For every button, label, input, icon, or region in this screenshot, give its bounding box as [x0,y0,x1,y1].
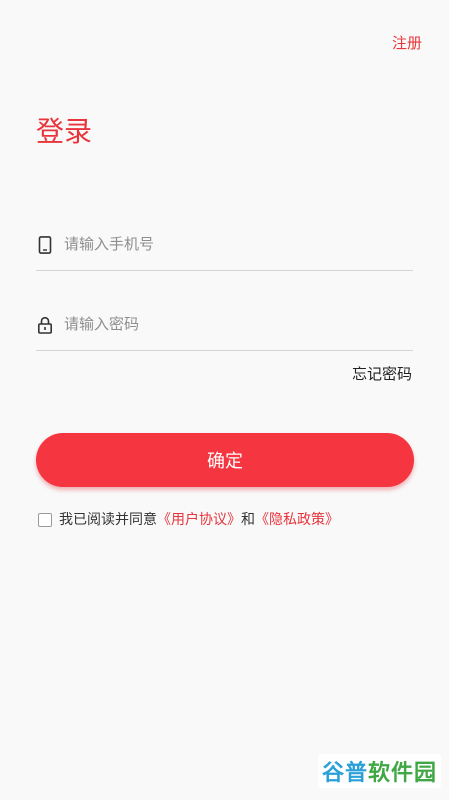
forgot-password-link[interactable]: 忘记密码 [352,364,412,384]
agreement-text: 我已阅读并同意 [59,512,157,528]
agreement-conjunction: 和 [241,512,255,528]
agreement-row: 我已阅读并同意 《用户协议》 和 《隐私政策》 [38,510,339,530]
agreement-checkbox[interactable] [38,513,52,527]
lock-icon [37,316,53,334]
watermark-logo: 谷普 软件园 [317,754,441,788]
phone-input[interactable] [64,230,404,258]
confirm-button[interactable]: 确定 [36,433,414,487]
privacy-policy-link[interactable]: 《隐私政策》 [255,510,339,530]
password-field[interactable] [36,310,413,351]
watermark-text-1: 谷普 [321,761,368,786]
phone-icon [37,236,53,254]
user-agreement-link[interactable]: 《用户协议》 [157,510,241,530]
password-input[interactable] [64,310,404,338]
watermark-text-2: 软件园 [367,761,437,786]
page-title: 登录 [36,115,93,148]
register-link[interactable]: 注册 [392,33,422,53]
phone-field[interactable] [36,230,413,271]
